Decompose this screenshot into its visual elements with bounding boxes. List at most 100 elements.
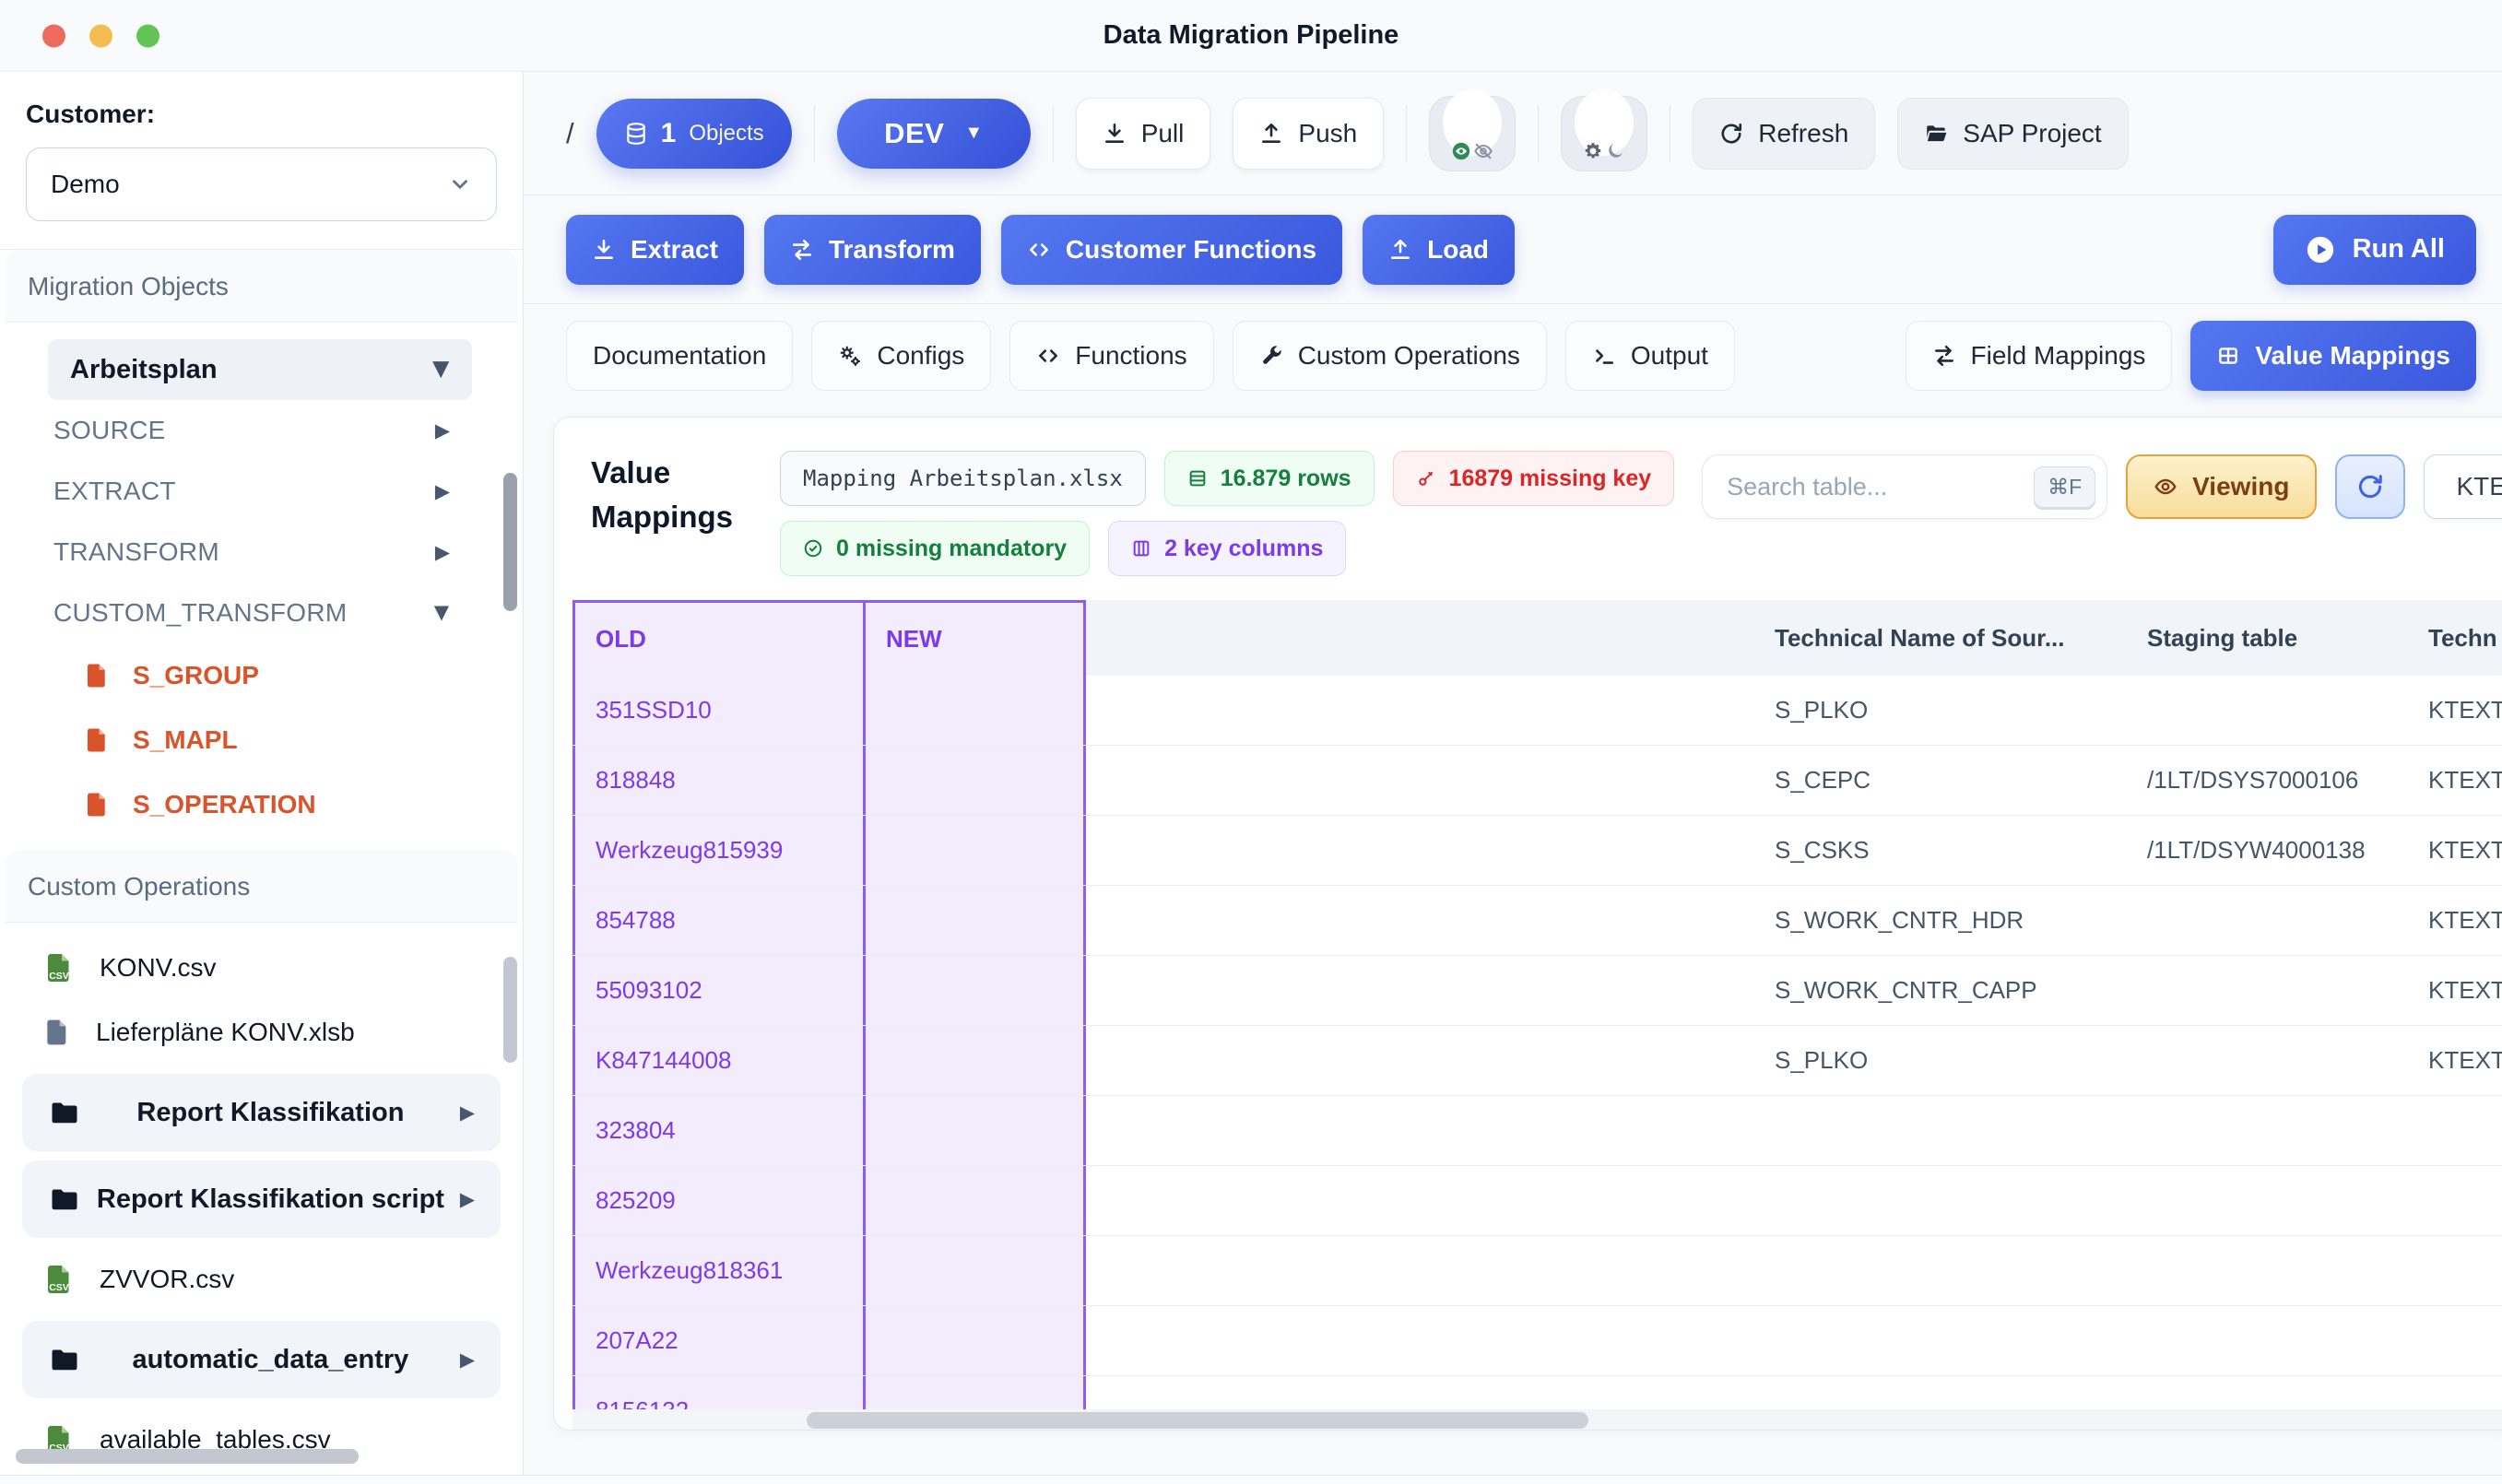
load-button[interactable]: Load <box>1363 215 1515 285</box>
tab-documentation[interactable]: Documentation <box>566 321 793 391</box>
viewing-mode-button[interactable]: Viewing <box>2126 454 2317 519</box>
panel-header: Value Mappings Mapping Arbeitsplan.xlsx … <box>554 418 2502 600</box>
extract-button[interactable]: Extract <box>566 215 744 285</box>
cell-technical-name: S_CEPC <box>1775 746 2147 815</box>
cell-old-value[interactable]: 55093102 <box>572 956 863 1025</box>
cell-old-value[interactable]: 8156132 <box>572 1376 863 1409</box>
cell-old-value[interactable]: 825209 <box>572 1166 863 1235</box>
cell-new-value[interactable] <box>863 886 1086 955</box>
refresh-table-button[interactable] <box>2335 454 2405 519</box>
cell-old-value[interactable]: 323804 <box>572 1096 863 1165</box>
custom-operation-item[interactable]: ZVVOR.csv ▶ <box>18 1247 504 1312</box>
check-circle-icon <box>803 538 823 559</box>
visibility-toggle-widget[interactable] <box>1429 96 1516 171</box>
custom-operation-item[interactable]: automatic_data_entry ▶ <box>22 1321 501 1398</box>
operations-scrollbar[interactable] <box>503 957 517 1063</box>
cell-old-value[interactable]: 207A22 <box>572 1306 863 1375</box>
tree-file-item[interactable]: S_GROUP <box>28 643 495 708</box>
cell-technical-name: S_PLKO <box>1775 676 2147 745</box>
minimize-window-button[interactable] <box>89 24 112 47</box>
tab-custom-operations[interactable]: Custom Operations <box>1233 321 1547 391</box>
cell-new-value[interactable] <box>863 816 1086 885</box>
cell-old-value[interactable]: 854788 <box>572 886 863 955</box>
customer-select[interactable]: Demo <box>26 147 497 221</box>
custom-operation-item[interactable]: KONV.csv ▶ <box>18 936 504 1000</box>
customer-functions-button[interactable]: Customer Functions <box>1001 215 1342 285</box>
search-input[interactable] <box>1727 473 2034 501</box>
table-search: ⌘F <box>1702 454 2107 519</box>
triangle-icon: ▶ <box>435 480 450 503</box>
tree-branch-label: EXTRACT <box>53 477 176 506</box>
custom-operation-label: Report Klassifikation <box>81 1098 460 1128</box>
cell-staging-table <box>2147 676 2428 745</box>
cell-new-value[interactable] <box>863 746 1086 815</box>
close-window-button[interactable] <box>42 24 65 47</box>
table-row: Werkzeug815939 S_CSKS /1LT/DSYW4000138 K… <box>572 816 2502 886</box>
refresh-icon <box>1719 122 1743 146</box>
cell-new-value[interactable] <box>863 1166 1086 1235</box>
play-circle-icon <box>2305 234 2336 265</box>
column-header-new[interactable]: NEW <box>863 600 1086 676</box>
environment-dropdown[interactable]: DEV ▼ <box>837 99 1031 169</box>
table-horizontal-scrollbar[interactable] <box>807 1412 1588 1429</box>
column-header-old[interactable]: OLD <box>572 600 863 676</box>
tree-branch[interactable]: SOURCE ▶ <box>28 400 478 461</box>
tab-value-mappings[interactable]: Value Mappings <box>2190 321 2476 391</box>
cell-technical-name <box>1775 1166 2147 1235</box>
tree-branch[interactable]: EXTRACT ▶ <box>28 461 478 522</box>
transform-button[interactable]: Transform <box>764 215 981 285</box>
custom-operation-item[interactable]: Report Klassifikation ▶ <box>22 1074 501 1151</box>
sidebar-horizontal-scrollbar[interactable] <box>16 1449 359 1464</box>
cell-new-value[interactable] <box>863 956 1086 1025</box>
tree-branch[interactable]: TRANSFORM ▶ <box>28 522 478 583</box>
cell-old-value[interactable]: 351SSD10 <box>572 676 863 745</box>
csv-file-icon <box>42 951 76 984</box>
cell-new-value[interactable] <box>863 1376 1086 1409</box>
tree-root-arbeitsplan[interactable]: Arbeitsplan ▶ <box>48 339 472 400</box>
tab-field-mappings[interactable]: Field Mappings <box>1906 321 2173 391</box>
column-header-staging[interactable]: Staging table <box>2147 600 2428 676</box>
cell-new-value[interactable] <box>863 1096 1086 1165</box>
swap-arrows-icon <box>790 238 814 262</box>
triangle-icon: ▶ <box>435 419 450 442</box>
column-header-tech2[interactable]: Techn <box>2428 600 2502 676</box>
tree-file-item[interactable]: S_OPERATION <box>28 772 495 837</box>
cell-tech2 <box>2428 1376 2502 1409</box>
zoom-window-button[interactable] <box>136 24 159 47</box>
table-row: 825209 <box>572 1166 2502 1236</box>
cell-new-value[interactable] <box>863 1306 1086 1375</box>
pull-button[interactable]: Pull <box>1076 98 1211 170</box>
tab-configs[interactable]: Configs <box>811 321 991 391</box>
table-row: 854788 S_WORK_CNTR_HDR KTEXT <box>572 886 2502 956</box>
cell-spacer <box>1086 1026 1775 1095</box>
cell-old-value[interactable]: Werkzeug815939 <box>572 816 863 885</box>
custom-operation-item[interactable]: Report Klassifikation script ▶ <box>22 1160 501 1238</box>
tab-output[interactable]: Output <box>1565 321 1735 391</box>
tab-label: Value Mappings <box>2255 341 2450 371</box>
tree-branch[interactable]: CUSTOM_TRANSFORM ▶ <box>28 583 478 643</box>
push-button[interactable]: Push <box>1233 98 1384 170</box>
tab-functions[interactable]: Functions <box>1009 321 1213 391</box>
run-all-button[interactable]: Run All <box>2273 215 2476 285</box>
tree-scrollbar[interactable] <box>503 473 517 611</box>
refresh-label: Refresh <box>1758 119 1848 148</box>
theme-toggle-widget[interactable] <box>1561 96 1647 171</box>
ktext-button[interactable]: KTEXT <box>2424 454 2502 519</box>
objects-count-button[interactable]: 1 Objects <box>596 99 792 169</box>
cell-new-value[interactable] <box>863 1026 1086 1095</box>
cell-staging-table: /1LT/DSYW4000138 <box>2147 816 2428 885</box>
column-header-tech-name[interactable]: Technical Name of Sour... <box>1775 600 2147 676</box>
cell-old-value[interactable]: K847144008 <box>572 1026 863 1095</box>
tree-file-item[interactable]: S_MAPL <box>28 708 495 772</box>
cell-new-value[interactable] <box>863 676 1086 745</box>
cell-tech2 <box>2428 1306 2502 1375</box>
cell-new-value[interactable] <box>863 1236 1086 1305</box>
tab-label: Configs <box>877 341 964 371</box>
cell-old-value[interactable]: Werkzeug818361 <box>572 1236 863 1305</box>
sap-project-button[interactable]: SAP Project <box>1897 98 2128 170</box>
cell-old-value[interactable]: 818848 <box>572 746 863 815</box>
custom-operation-label: ZVVOR.csv <box>100 1265 234 1294</box>
refresh-button[interactable]: Refresh <box>1693 98 1875 170</box>
tree-branch-label: SOURCE <box>53 416 166 445</box>
custom-operation-item[interactable]: Lieferpläne KONV.xlsb ▶ <box>18 1000 504 1065</box>
